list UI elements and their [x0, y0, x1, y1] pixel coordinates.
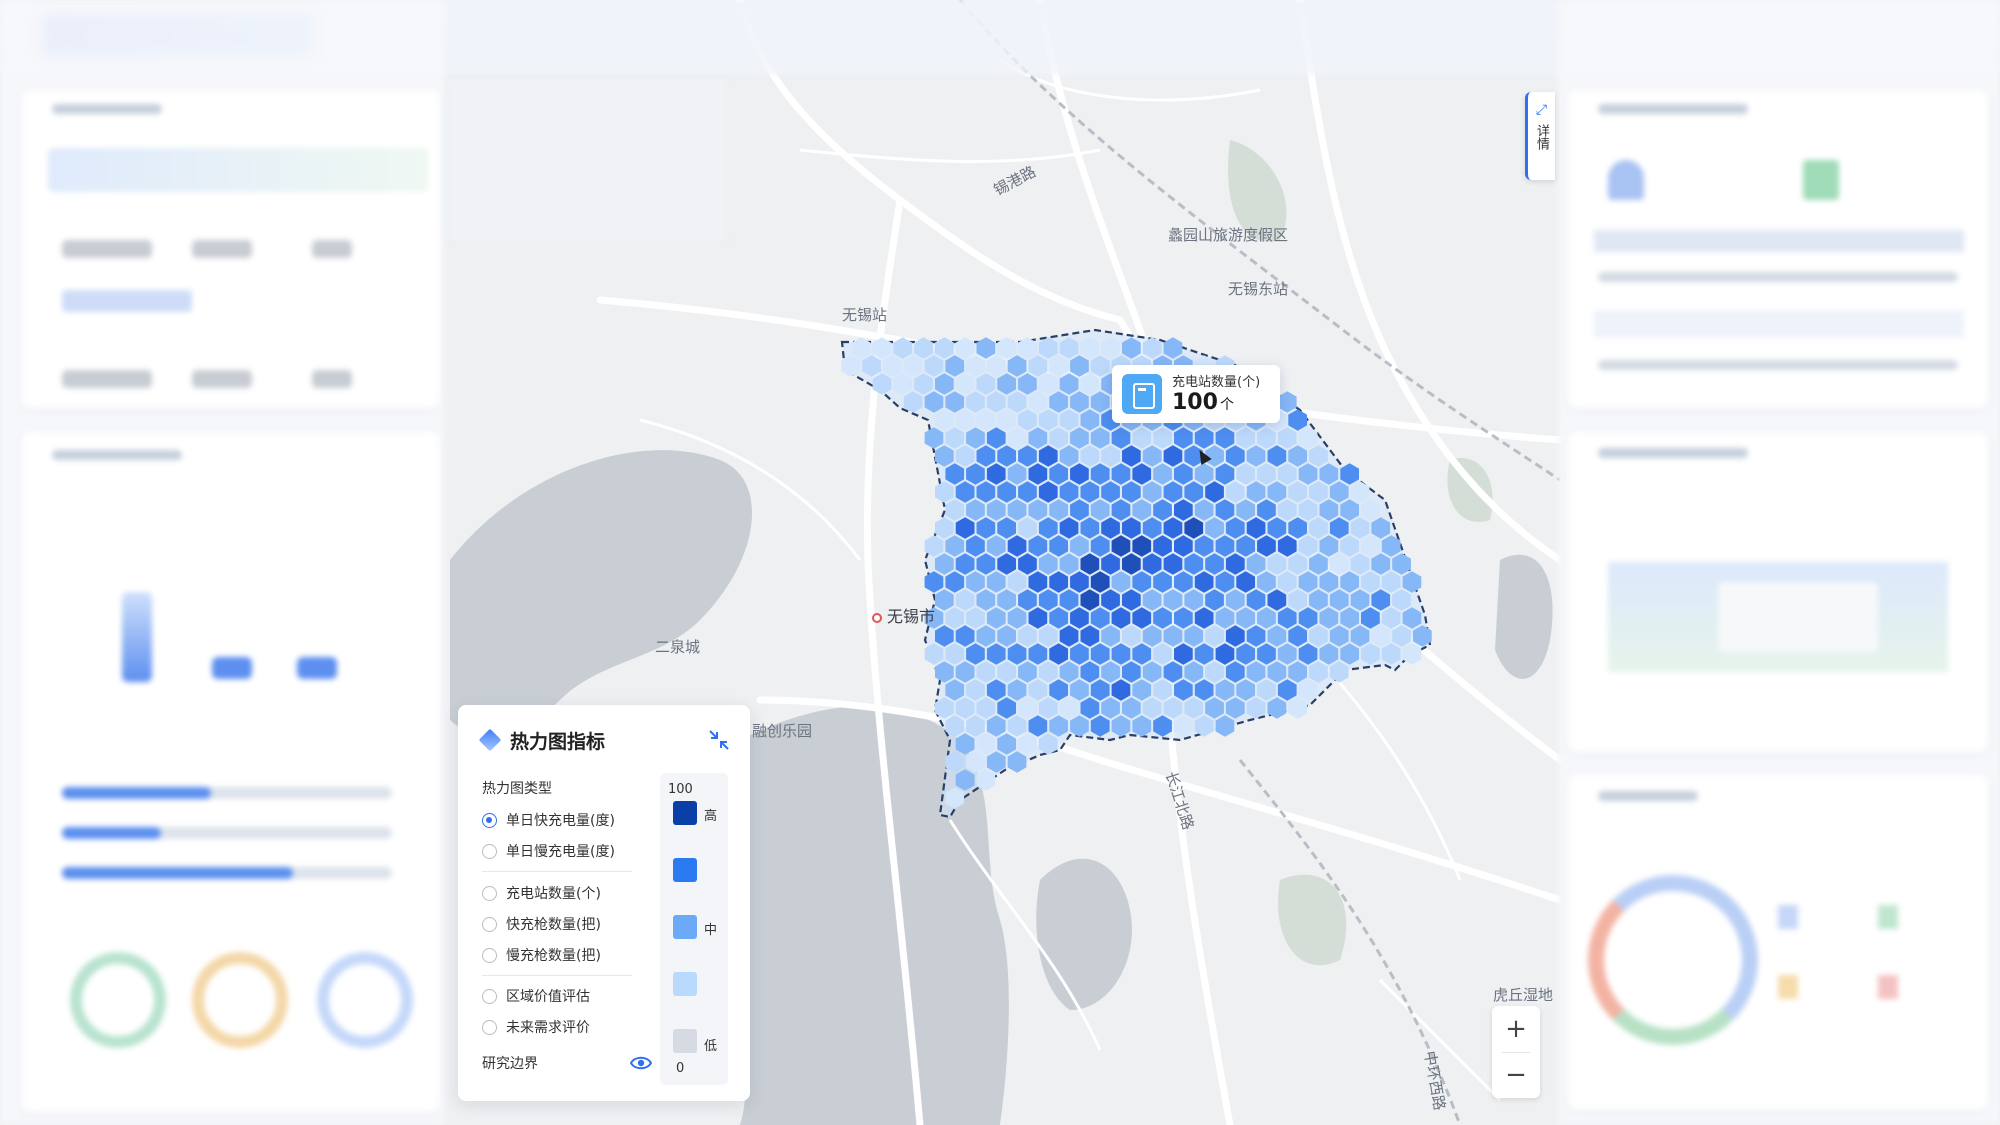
radio-button[interactable]: [482, 843, 497, 859]
panel-header: 热力图指标: [478, 725, 732, 755]
zoom-control: + −: [1492, 1006, 1540, 1098]
tooltip-body: 充电站数量(个) 100 个: [1172, 371, 1260, 418]
radio-option-fast-gun-count[interactable]: 快充枪数量(把): [482, 914, 601, 934]
map-label-hill: 虎丘湿地: [1493, 986, 1554, 1004]
divider: [482, 975, 632, 976]
card-blurred: [22, 432, 440, 1112]
radio-button[interactable]: [482, 947, 497, 963]
filter-panel-blurred: [448, 80, 728, 240]
radio-label: 区域价值评估: [506, 989, 590, 1005]
scale-swatch: [673, 1029, 697, 1053]
scale-max: 100: [668, 782, 693, 797]
radio-option-slow-charge[interactable]: 单日慢充电量(度): [482, 841, 615, 861]
green-area: [1447, 458, 1493, 522]
radio-button[interactable]: [482, 885, 497, 901]
scale-min: 0: [676, 1061, 685, 1076]
card-blurred: [22, 90, 440, 408]
tooltip-number: 100: [1172, 389, 1218, 415]
tooltip-unit: 个: [1219, 396, 1234, 413]
scale-swatch: [673, 858, 697, 882]
city-marker-icon: [872, 613, 882, 623]
card-blurred: [1568, 775, 1988, 1110]
radio-button[interactable]: [482, 916, 497, 932]
taihu-lake: [450, 450, 753, 734]
lake-east: [1036, 858, 1132, 1010]
radio-label: 充电站数量(个): [506, 886, 601, 902]
right-panel-blurred: [1558, 0, 2000, 1125]
scale-swatch: [673, 915, 697, 939]
scale-high: 高: [704, 809, 718, 824]
radio-option-fast-charge[interactable]: 单日快充电量(度): [482, 810, 615, 830]
map-label-station: 无锡站: [842, 306, 888, 324]
city-name: 无锡市: [887, 607, 936, 626]
expand-icon: ⤢: [1535, 102, 1548, 118]
detail-button-label: 详情: [1534, 124, 1549, 150]
divider: [482, 871, 632, 872]
study-boundary-row: 研究边界: [482, 1053, 653, 1073]
radio-option-station-count[interactable]: 充电站数量(个): [482, 883, 601, 903]
map-label-scenic: 蠡园山旅游度假区: [1168, 226, 1289, 244]
collapse-icon[interactable]: [706, 727, 732, 753]
map-label-erquan: 二泉城: [655, 638, 701, 656]
radio-label: 单日快充电量(度): [506, 813, 615, 829]
heatmap-type-label: 热力图类型: [482, 781, 552, 797]
zoom-out-button[interactable]: −: [1492, 1052, 1540, 1098]
card-blurred: [1568, 90, 1988, 408]
scale-swatch: [673, 972, 697, 996]
heatmap-indicator-panel: 热力图指标 热力图类型 单日快充电量(度) 单日慢充电量(度) 充电站数量(个)…: [458, 705, 750, 1101]
lake-right: [1495, 554, 1553, 679]
radio-button[interactable]: [482, 812, 497, 828]
radio-label: 快充枪数量(把): [506, 917, 601, 933]
diamond-icon: [478, 728, 502, 752]
radio-label: 慢充枪数量(把): [506, 948, 601, 964]
scale-swatch: [673, 801, 697, 825]
map-label-east-station: 无锡东站: [1228, 280, 1289, 298]
panel-title: 热力图指标: [510, 730, 606, 753]
tooltip-value: 100 个: [1172, 390, 1260, 418]
radio-button[interactable]: [482, 1019, 497, 1035]
zoom-in-button[interactable]: +: [1492, 1006, 1540, 1052]
scale-mid: 中: [704, 923, 718, 938]
study-boundary-label: 研究边界: [482, 1056, 538, 1072]
radio-label: 单日慢充电量(度): [506, 844, 615, 860]
charging-station-icon: [1122, 374, 1162, 414]
map-label-city: 无锡市: [872, 603, 935, 627]
radio-label: 未来需求评价: [506, 1020, 590, 1036]
radio-option-slow-gun-count[interactable]: 慢充枪数量(把): [482, 945, 601, 965]
detail-button[interactable]: ⤢ 详情: [1525, 92, 1555, 180]
scale-low: 低: [704, 1039, 718, 1054]
radio-option-future-demand[interactable]: 未来需求评价: [482, 1017, 590, 1037]
card-blurred: [1568, 432, 1988, 752]
color-scale: 100 高 中 低 0: [660, 773, 728, 1085]
tooltip-label: 充电站数量(个): [1172, 374, 1261, 390]
map-tooltip: 充电站数量(个) 100 个: [1112, 365, 1280, 423]
map-label-park: 融创乐园: [752, 722, 813, 740]
eye-icon[interactable]: [629, 1055, 653, 1071]
radio-option-area-value[interactable]: 区域价值评估: [482, 986, 590, 1006]
left-panel-blurred: [0, 0, 445, 1125]
radio-button[interactable]: [482, 988, 497, 1004]
